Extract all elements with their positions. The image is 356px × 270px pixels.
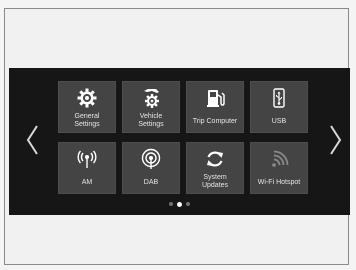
fuel-pump-icon: [204, 87, 226, 109]
tile-label: System Updates: [201, 174, 229, 189]
chevron-right-icon: [330, 125, 342, 155]
tile-label: DAB: [143, 179, 159, 186]
wifi-hotspot-tile[interactable]: Wi-Fi Hotspot: [250, 142, 308, 194]
previous-page-button[interactable]: [22, 118, 44, 162]
chevron-left-icon: [26, 125, 38, 155]
gear-icon: [76, 87, 98, 109]
tile-label: AM: [81, 179, 93, 186]
tile-label: Vehicle Settings: [138, 113, 164, 128]
tile-label: USB: [271, 118, 287, 125]
tile-label: Wi-Fi Hotspot: [257, 179, 301, 186]
refresh-icon: [204, 148, 226, 170]
usb-tile[interactable]: USB: [250, 81, 308, 133]
vehicle-settings-tile[interactable]: Vehicle Settings: [122, 81, 180, 133]
tile-label: Trip Computer: [192, 118, 238, 125]
page-indicator: [169, 201, 190, 207]
vehicle-gear-icon: [140, 87, 162, 109]
page-dot[interactable]: [186, 202, 190, 206]
am-radio-tile[interactable]: AM: [58, 142, 116, 194]
general-settings-tile[interactable]: General Settings: [58, 81, 116, 133]
radio-antenna-icon: [76, 148, 98, 170]
page-dot-active[interactable]: [177, 201, 182, 207]
home-screen: General Settings Vehicle Settings Trip C…: [9, 68, 350, 215]
wifi-icon: [268, 148, 290, 170]
trip-computer-tile[interactable]: Trip Computer: [186, 81, 244, 133]
system-updates-tile[interactable]: System Updates: [186, 142, 244, 194]
page-dot[interactable]: [169, 202, 173, 206]
tile-label: General Settings: [74, 113, 100, 128]
dab-antenna-icon: [140, 148, 162, 170]
next-page-button[interactable]: [324, 118, 346, 162]
usb-icon: [268, 87, 290, 109]
dab-radio-tile[interactable]: DAB: [122, 142, 180, 194]
